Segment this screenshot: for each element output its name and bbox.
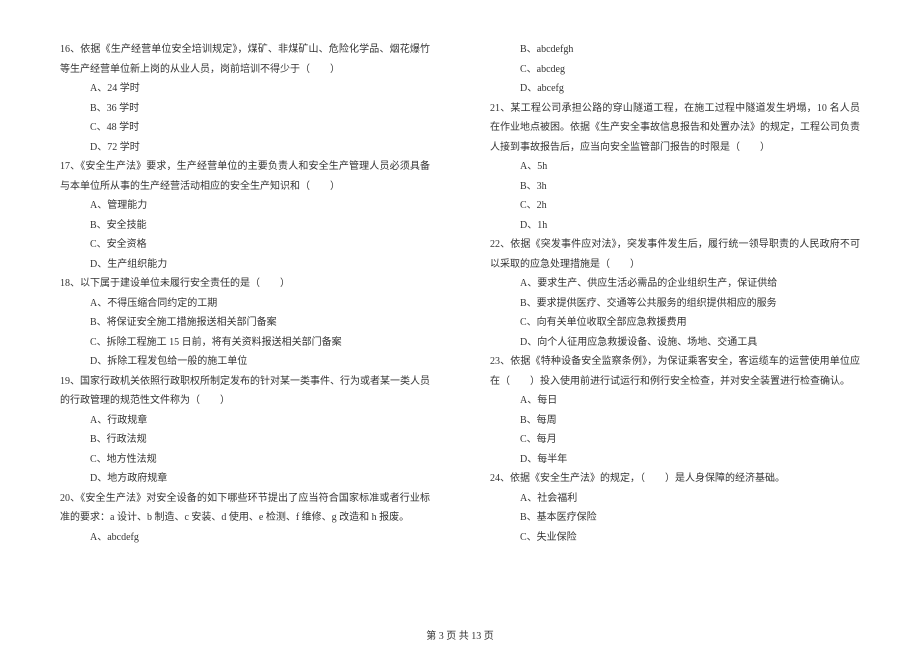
q23-opt-d: D、每半年: [490, 450, 860, 470]
q16-opt-c: C、48 学时: [60, 118, 430, 138]
q22-opt-b: B、要求提供医疗、交通等公共服务的组织提供相应的服务: [490, 294, 860, 314]
q17-text: 17、《安全生产法》要求，生产经营单位的主要负责人和安全生产管理人员必须具备与本…: [60, 157, 430, 196]
q20-opt-c: C、abcdeg: [490, 60, 860, 80]
q22-opt-c: C、向有关单位收取全部应急救援费用: [490, 313, 860, 333]
q21-text: 21、某工程公司承担公路的穿山隧道工程，在施工过程中隧道发生坍塌，10 名人员在…: [490, 99, 860, 158]
q20-opt-b: B、abcdefgh: [490, 40, 860, 60]
q21-opt-c: C、2h: [490, 196, 860, 216]
q17-opt-d: D、生产组织能力: [60, 255, 430, 275]
q17-opt-b: B、安全技能: [60, 216, 430, 236]
right-column: B、abcdefgh C、abcdeg D、abcefg 21、某工程公司承担公…: [490, 40, 860, 590]
q22-opt-a: A、要求生产、供应生活必需品的企业组织生产，保证供给: [490, 274, 860, 294]
q17-opt-c: C、安全资格: [60, 235, 430, 255]
q19-opt-c: C、地方性法规: [60, 450, 430, 470]
q16-opt-d: D、72 学时: [60, 138, 430, 158]
q17-opt-a: A、管理能力: [60, 196, 430, 216]
page-container: 16、依据《生产经营单位安全培训规定》，煤矿、非煤矿山、危险化学品、烟花爆竹等生…: [0, 0, 920, 620]
q20-opt-d: D、abcefg: [490, 79, 860, 99]
q23-opt-c: C、每月: [490, 430, 860, 450]
q24-opt-b: B、基本医疗保险: [490, 508, 860, 528]
q24-opt-c: C、失业保险: [490, 528, 860, 548]
q18-opt-d: D、拆除工程发包给一般的施工单位: [60, 352, 430, 372]
q18-opt-b: B、将保证安全施工措施报送相关部门备案: [60, 313, 430, 333]
q23-opt-a: A、每日: [490, 391, 860, 411]
q18-text: 18、以下属于建设单位未履行安全责任的是（ ）: [60, 274, 430, 294]
q18-opt-c: C、拆除工程施工 15 日前，将有关资料报送相关部门备案: [60, 333, 430, 353]
q22-text: 22、依据《突发事件应对法》，突发事件发生后，履行统一领导职责的人民政府不可以采…: [490, 235, 860, 274]
q16-opt-a: A、24 学时: [60, 79, 430, 99]
q21-opt-a: A、5h: [490, 157, 860, 177]
q23-opt-b: B、每周: [490, 411, 860, 431]
q16-opt-b: B、36 学时: [60, 99, 430, 119]
q21-opt-d: D、1h: [490, 216, 860, 236]
q19-opt-d: D、地方政府规章: [60, 469, 430, 489]
q21-opt-b: B、3h: [490, 177, 860, 197]
q16-text: 16、依据《生产经营单位安全培训规定》，煤矿、非煤矿山、危险化学品、烟花爆竹等生…: [60, 40, 430, 79]
q19-opt-b: B、行政法规: [60, 430, 430, 450]
q20-opt-a: A、abcdefg: [60, 528, 430, 548]
q23-text: 23、依据《特种设备安全监察条例》，为保证乘客安全，客运缆车的运营使用单位应在（…: [490, 352, 860, 391]
q19-opt-a: A、行政规章: [60, 411, 430, 431]
q22-opt-d: D、向个人征用应急救援设备、设施、场地、交通工具: [490, 333, 860, 353]
q24-text: 24、依据《安全生产法》的规定，（ ）是人身保障的经济基础。: [490, 469, 860, 489]
q19-text: 19、国家行政机关依照行政职权所制定发布的针对某一类事件、行为或者某一类人员的行…: [60, 372, 430, 411]
page-footer: 第 3 页 共 13 页: [0, 627, 920, 642]
left-column: 16、依据《生产经营单位安全培训规定》，煤矿、非煤矿山、危险化学品、烟花爆竹等生…: [60, 40, 430, 590]
q24-opt-a: A、社会福利: [490, 489, 860, 509]
q20-text: 20、《安全生产法》对安全设备的如下哪些环节提出了应当符合国家标准或者行业标准的…: [60, 489, 430, 528]
q18-opt-a: A、不得压缩合同约定的工期: [60, 294, 430, 314]
